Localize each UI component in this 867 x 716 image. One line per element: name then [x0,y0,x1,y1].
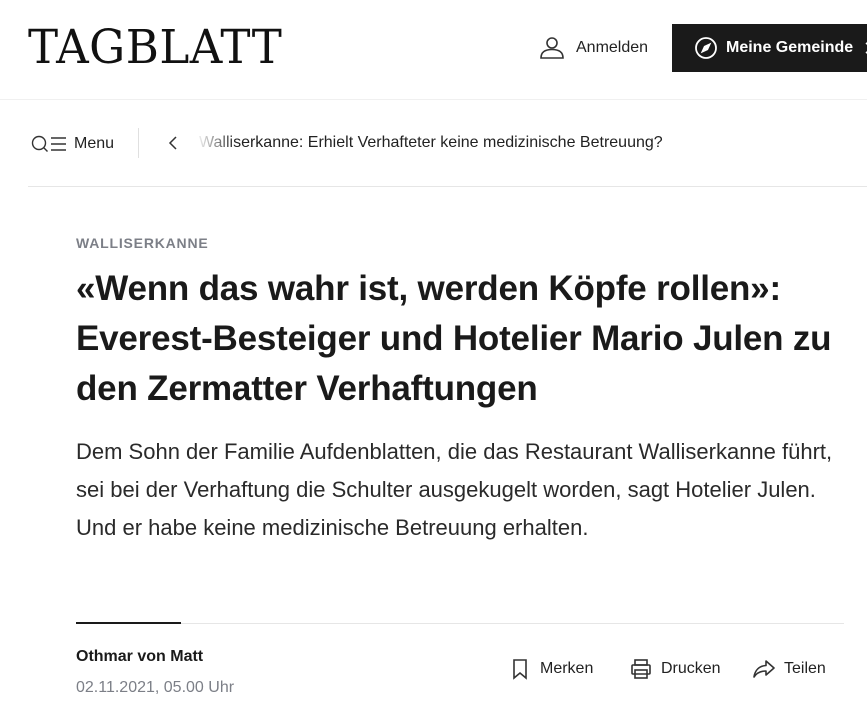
my-community-button[interactable]: Meine Gemeinde [672,24,867,72]
bookmark-button[interactable]: Merken [509,656,593,682]
menu-button[interactable]: Menu [30,132,114,156]
publish-date: 02.11.2021, 05.00 Uhr [76,679,235,696]
chevron-left-icon[interactable] [164,133,184,153]
search-menu-icon [30,134,70,154]
compass-icon [694,36,718,60]
printer-icon [630,658,652,680]
meta-divider [76,623,844,624]
bookmark-icon [509,658,531,680]
chevron-right-icon [863,41,867,55]
site-header: TAGBLATT Anmelden Meine Gemeinde [0,0,867,100]
article-headline: «Wenn das wahr ist, werden Köpfe rollen»… [76,269,832,408]
meta-accent-rule [76,622,181,624]
nav-bar: Menu Walliserkanne: Erhielt Verhafteter … [28,100,867,187]
site-logo[interactable]: TAGBLATT [28,24,282,72]
print-label: Drucken [661,660,721,677]
menu-label: Menu [74,135,115,152]
article-kicker[interactable]: WALLISERKANNE [76,235,209,251]
author-name[interactable]: Othmar von Matt [76,648,203,666]
nav-divider [138,128,139,158]
my-community-label: Meine Gemeinde [726,39,854,56]
share-button[interactable]: Teilen [753,656,826,682]
login-label: Anmelden [576,39,649,56]
share-icon [753,658,775,680]
user-icon [538,34,566,62]
breadcrumb[interactable]: Walliserkanne: Erhielt Verhafteter keine… [199,134,663,152]
bookmark-label: Merken [540,660,594,677]
print-button[interactable]: Drucken [630,656,721,682]
login-button[interactable]: Anmelden [538,34,648,62]
share-label: Teilen [784,660,826,677]
article-lead: Dem Sohn der Familie Aufdenblatten, die … [76,439,833,540]
